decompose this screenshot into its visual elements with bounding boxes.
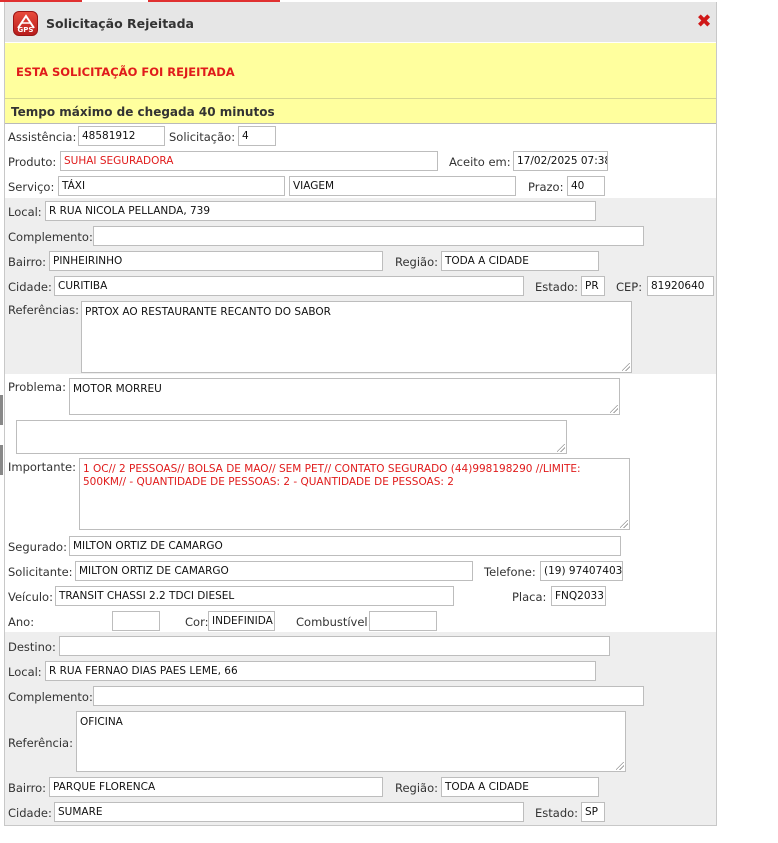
cidade-field[interactable]: CURITIBA	[54, 276, 524, 296]
destino-complemento-field[interactable]	[93, 686, 644, 706]
aceito-em-field[interactable]: 17/02/2025 07:38	[513, 151, 608, 171]
regiao-label: Região:	[395, 255, 439, 269]
arrival-time-text: Tempo máximo de chegada 40 minutos	[11, 105, 275, 119]
destino-referencia-textarea[interactable]: OFICINA	[76, 711, 626, 772]
estado-label: Estado:	[535, 280, 579, 294]
destino-referencia-text: OFICINA	[80, 716, 123, 728]
segurado-field[interactable]: MILTON ORTIZ DE CAMARGO	[69, 536, 621, 556]
solicitacao-field[interactable]: 4	[238, 126, 276, 146]
cidade-label: Cidade:	[8, 280, 52, 294]
ano-label: Ano:	[8, 615, 35, 629]
destino-bairro-label: Bairro:	[8, 781, 47, 795]
importante-text: 1 OC// 2 PESSOAS// BOLSA DE MAO// SEM PE…	[83, 463, 581, 488]
resize-handle-icon[interactable]	[610, 405, 618, 413]
problema-label: Problema:	[8, 380, 66, 394]
segurado-label: Segurado:	[8, 540, 67, 554]
dialog-title: Solicitação Rejeitada	[46, 16, 194, 31]
resize-handle-icon[interactable]	[616, 762, 624, 770]
veiculo-field[interactable]: TRANSIT CHASSI 2.2 TDCI DIESEL	[55, 586, 454, 606]
produto-field[interactable]: SUHAI SEGURADORA	[60, 151, 438, 171]
destino-local-field[interactable]: R RUA FERNAO DIAS PAES LEME, 66	[45, 661, 596, 681]
destino-referencia-label: Referência:	[8, 736, 73, 750]
destino-cidade-label: Cidade:	[8, 806, 52, 820]
destino-cidade-field[interactable]: SUMARE	[54, 802, 524, 822]
destino-regiao-label: Região:	[395, 781, 439, 795]
rejection-message: ESTA SOLICITAÇÃO FOI REJEITADA	[16, 65, 235, 79]
destino-local-label: Local:	[8, 665, 42, 679]
cor-label: Cor:	[185, 615, 209, 629]
complemento-label: Complemento:	[8, 230, 93, 244]
solicitante-label: Solicitante:	[8, 565, 73, 579]
assistencia-label: Assistência:	[8, 130, 77, 144]
gps-logo-icon: GPS	[13, 11, 38, 36]
problema-textarea[interactable]: MOTOR MORREU	[69, 378, 620, 415]
dialog-titlebar: GPS Solicitação Rejeitada ✖	[5, 2, 716, 42]
destino-estado-field[interactable]: SP	[581, 802, 605, 822]
referencias-textarea[interactable]: PRTOX AO RESTAURANTE RECANTO DO SABOR	[81, 301, 632, 373]
placa-field[interactable]: FNQ2033	[551, 586, 606, 606]
regiao-field[interactable]: TODA A CIDADE	[441, 251, 599, 271]
referencias-text: PRTOX AO RESTAURANTE RECANTO DO SABOR	[85, 306, 331, 318]
destino-complemento-label: Complemento:	[8, 690, 93, 704]
complemento-field[interactable]	[93, 226, 644, 246]
cep-label: CEP:	[616, 280, 643, 294]
destino-field[interactable]	[59, 636, 610, 656]
bairro-field[interactable]: PINHEIRINHO	[49, 251, 383, 271]
estado-field[interactable]: PR	[581, 276, 605, 296]
aceito-em-label: Aceito em:	[449, 155, 511, 169]
combustivel-field[interactable]	[369, 611, 437, 631]
veiculo-label: Veículo:	[8, 590, 53, 604]
local-label: Local:	[8, 205, 42, 219]
background-edge	[0, 395, 3, 425]
referencias-label: Referências:	[8, 303, 79, 317]
bairro-label: Bairro:	[8, 255, 47, 269]
ano-field[interactable]	[112, 611, 160, 631]
prazo-label: Prazo:	[528, 180, 564, 194]
problema-text: MOTOR MORREU	[73, 383, 162, 395]
resize-handle-icon[interactable]	[557, 444, 565, 452]
close-icon[interactable]: ✖	[695, 13, 713, 31]
solicitacao-label: Solicitação:	[169, 130, 236, 144]
combustivel-label: Combustível:	[296, 615, 372, 629]
assistencia-field[interactable]: 48581912	[78, 126, 165, 146]
logo-label: GPS	[17, 26, 34, 34]
cep-field[interactable]: 81920640	[647, 276, 714, 296]
servico-field[interactable]: TÁXI	[58, 176, 285, 196]
destino-bairro-field[interactable]: PARQUE FLORENCA	[49, 777, 383, 797]
background-edge	[0, 445, 3, 475]
arrival-time-banner: Tempo máximo de chegada 40 minutos	[5, 98, 716, 124]
resize-handle-icon[interactable]	[622, 363, 630, 371]
local-field[interactable]: R RUA NICOLA PELLANDA, 739	[45, 201, 596, 221]
prazo-field[interactable]: 40	[567, 176, 605, 196]
rejection-alert: ESTA SOLICITAÇÃO FOI REJEITADA	[5, 43, 716, 98]
importante-textarea[interactable]: 1 OC// 2 PESSOAS// BOLSA DE MAO// SEM PE…	[79, 458, 630, 530]
solicitante-field[interactable]: MILTON ORTIZ DE CAMARGO	[75, 561, 473, 581]
servico-type-field[interactable]: VIAGEM	[289, 176, 516, 196]
telefone-label: Telefone:	[484, 565, 536, 579]
problema-extra-textarea[interactable]	[16, 420, 567, 454]
placa-label: Placa:	[512, 590, 547, 604]
destino-label: Destino:	[8, 640, 56, 654]
rejected-request-dialog: GPS Solicitação Rejeitada ✖ ESTA SOLICIT…	[4, 2, 717, 826]
produto-label: Produto:	[8, 155, 57, 169]
importante-label: Importante:	[8, 460, 76, 474]
destino-estado-label: Estado:	[535, 806, 579, 820]
telefone-field[interactable]: (19) 974074030	[540, 561, 623, 581]
cor-field[interactable]: INDEFINIDA	[208, 611, 275, 631]
servico-label: Serviço:	[8, 180, 55, 194]
destino-regiao-field[interactable]: TODA A CIDADE	[441, 777, 599, 797]
resize-handle-icon[interactable]	[620, 520, 628, 528]
